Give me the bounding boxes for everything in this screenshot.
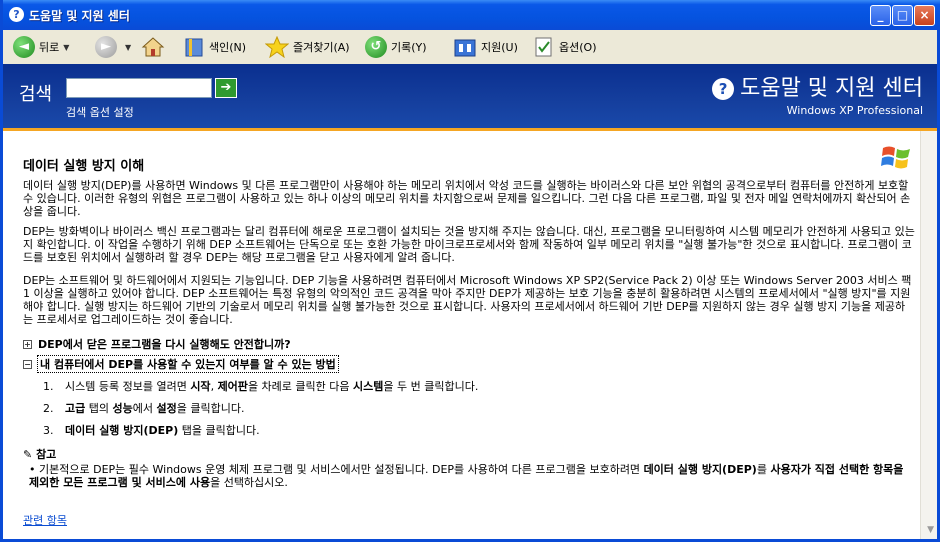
search-input[interactable] xyxy=(66,78,212,98)
forward-button[interactable]: ► ▼ xyxy=(95,35,131,59)
expand-dep-safety[interactable]: + DEP에서 닫은 프로그램을 다시 실행해도 안전합니까? xyxy=(23,336,291,352)
step-3: 3. 데이터 실행 방지(DEP) 탭을 클릭합니다. xyxy=(43,424,260,437)
support-button[interactable]: 지원(U) xyxy=(453,35,518,59)
vertical-scrollbar[interactable]: ▼ xyxy=(920,131,937,539)
title-bar: ? 도움말 및 지원 센터 _ □ × xyxy=(3,0,940,30)
article-title: 데이터 실행 방지 이해 xyxy=(23,159,145,174)
history-icon: ↺ xyxy=(365,36,387,58)
index-button[interactable]: 색인(N) xyxy=(183,35,246,59)
step-1: 1. 시스템 등록 정보를 열려면 시작, 제어판을 차례로 클릭한 다음 시스템… xyxy=(43,380,479,393)
note-pencil-icon: ✎ xyxy=(23,448,33,461)
history-label: 기록(Y) xyxy=(391,41,427,54)
article-pane: 데이터 실행 방지 이해 데이터 실행 방지(DEP)를 사용하면 Window… xyxy=(3,131,937,539)
search-bar: 검색 ➔ 검색 옵션 설정 ? 도움말 및 지원 센터 Windows XP Pr… xyxy=(3,64,937,128)
window-title: 도움말 및 지원 센터 xyxy=(29,9,130,23)
note-heading: ✎ 참고 xyxy=(23,448,57,461)
help-window: ? 도움말 및 지원 센터 _ □ × ◄ 뒤로 ▼ ► ▼ 색인(N) 즐겨찾… xyxy=(0,0,940,542)
search-label: 검색 xyxy=(19,84,53,105)
options-label: 옵션(O) xyxy=(559,41,597,54)
index-book-icon xyxy=(185,38,203,57)
favorites-label: 즐겨찾기(A) xyxy=(293,41,350,54)
collapse-minus-icon: − xyxy=(23,359,32,369)
help-icon: ? xyxy=(9,7,24,22)
toolbar: ◄ 뒤로 ▼ ► ▼ 색인(N) 즐겨찾기(A) ↺ 기록(Y) 지원(U) 옵… xyxy=(3,30,937,65)
home-button[interactable] xyxy=(141,35,165,59)
back-arrow-icon: ◄ xyxy=(13,36,35,58)
step-2: 2. 고급 탭의 성능에서 설정을 클릭합니다. xyxy=(43,402,245,415)
favorites-button[interactable]: 즐겨찾기(A) xyxy=(265,35,350,59)
star-icon xyxy=(265,36,289,58)
search-go-button[interactable]: ➔ xyxy=(215,78,237,98)
options-icon xyxy=(535,37,552,57)
search-options-link[interactable]: 검색 옵션 설정 xyxy=(66,104,134,120)
help-center-label: 도움말 및 지원 센터 xyxy=(740,76,923,101)
history-button[interactable]: ↺ 기록(Y) xyxy=(365,35,427,59)
expand-dep-check[interactable]: − 내 컴퓨터에서 DEP를 사용할 수 있는지 여부를 알 수 있는 방법 xyxy=(23,355,339,373)
forward-arrow-icon: ► xyxy=(95,36,117,58)
minimize-button[interactable]: _ xyxy=(870,5,891,26)
chevron-down-icon[interactable]: ▼ xyxy=(63,43,69,52)
support-label: 지원(U) xyxy=(481,41,518,54)
windows-logo-icon xyxy=(881,146,910,169)
related-topics-link[interactable]: 관련 항목 xyxy=(23,512,67,528)
expand-dep-check-label: 내 컴퓨터에서 DEP를 사용할 수 있는지 여부를 알 수 있는 방법 xyxy=(37,355,339,373)
paragraph-2: DEP는 방화벽이나 바이러스 백신 프로그램과는 달리 컴퓨터에 해로운 프로… xyxy=(23,225,915,264)
support-icon xyxy=(454,39,476,57)
paragraph-1: 데이터 실행 방지(DEP)를 사용하면 Windows 및 다른 프로그램만이… xyxy=(23,179,911,218)
scroll-down-icon[interactable]: ▼ xyxy=(927,525,934,535)
help-center-title: ? 도움말 및 지원 센터 xyxy=(712,70,923,102)
paragraph-3: DEP는 소프트웨어 및 하드웨어에서 지원되는 기능입니다. DEP 기능을 … xyxy=(23,274,912,326)
close-button[interactable]: × xyxy=(914,5,935,26)
note-bullet: • 기본적으로 DEP는 필수 Windows 운영 체제 프로그램 및 서비스… xyxy=(29,463,904,489)
back-button[interactable]: ◄ 뒤로 ▼ xyxy=(13,35,69,59)
home-icon xyxy=(141,37,165,57)
maximize-button[interactable]: □ xyxy=(892,5,913,26)
index-label: 색인(N) xyxy=(209,41,247,54)
options-button[interactable]: 옵션(O) xyxy=(533,35,596,59)
expand-plus-icon: + xyxy=(23,339,32,349)
help-icon: ? xyxy=(712,78,735,100)
back-label: 뒤로 xyxy=(39,41,60,54)
expand-dep-safety-label: DEP에서 닫은 프로그램을 다시 실행해도 안전합니까? xyxy=(38,338,291,351)
product-name: Windows XP Professional xyxy=(786,104,923,117)
chevron-down-icon[interactable]: ▼ xyxy=(125,43,131,52)
